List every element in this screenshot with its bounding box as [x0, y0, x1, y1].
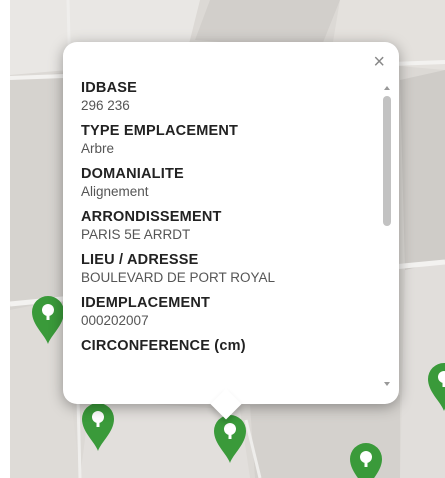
field-key: LIEU / ADRESSE: [81, 252, 199, 268]
field-type-emplacement: TYPE EMPLACEMENT Arbre: [81, 123, 371, 158]
field-key: CIRCONFERENCE (cm): [81, 338, 246, 354]
field-domanialite: DOMANIALITE Alignement: [81, 166, 371, 201]
popup-scrollbar[interactable]: [382, 86, 392, 386]
popup-content[interactable]: IDBASE 296 236 TYPE EMPLACEMENT Arbre DO…: [81, 80, 371, 384]
field-key: ARRONDISSEMENT: [81, 209, 222, 225]
field-arrondissement: ARRONDISSEMENT PARIS 5E ARRDT: [81, 209, 371, 244]
tree-marker-icon: [428, 363, 445, 411]
field-value: PARIS 5E ARRDT: [81, 227, 191, 242]
info-popup: × IDBASE 296 236 TYPE EMPLACEMENT Arbre …: [63, 42, 399, 420]
field-circonference: CIRCONFERENCE (cm): [81, 338, 371, 355]
scrollbar-thumb[interactable]: [383, 96, 391, 226]
tree-marker-icon: [350, 443, 382, 478]
tree-marker[interactable]: [348, 442, 384, 478]
tree-marker-icon: [82, 403, 114, 451]
field-value: 296 236: [81, 98, 130, 113]
field-value: Arbre: [81, 141, 115, 156]
tree-marker-icon: [32, 296, 64, 344]
field-lieu-adresse: LIEU / ADRESSE BOULEVARD DE PORT ROYAL: [81, 252, 371, 287]
scroll-down-arrow-icon[interactable]: [384, 382, 390, 386]
close-icon[interactable]: ×: [373, 52, 385, 72]
tree-marker-icon: [214, 415, 246, 463]
tree-marker[interactable]: [212, 414, 248, 464]
field-value: Alignement: [81, 184, 149, 199]
tree-marker[interactable]: [80, 402, 116, 452]
field-idbase: IDBASE 296 236: [81, 80, 371, 115]
field-idemplacement: IDEMPLACEMENT 000202007: [81, 295, 371, 330]
field-value: BOULEVARD DE PORT ROYAL: [81, 270, 276, 285]
tree-marker[interactable]: [30, 295, 66, 345]
field-key: DOMANIALITE: [81, 166, 184, 182]
tree-marker[interactable]: [426, 362, 445, 412]
field-key: TYPE EMPLACEMENT: [81, 123, 239, 139]
field-value: 000202007: [81, 313, 149, 328]
scroll-up-arrow-icon[interactable]: [384, 86, 390, 90]
field-key: IDBASE: [81, 80, 137, 96]
field-key: IDEMPLACEMENT: [81, 295, 211, 311]
